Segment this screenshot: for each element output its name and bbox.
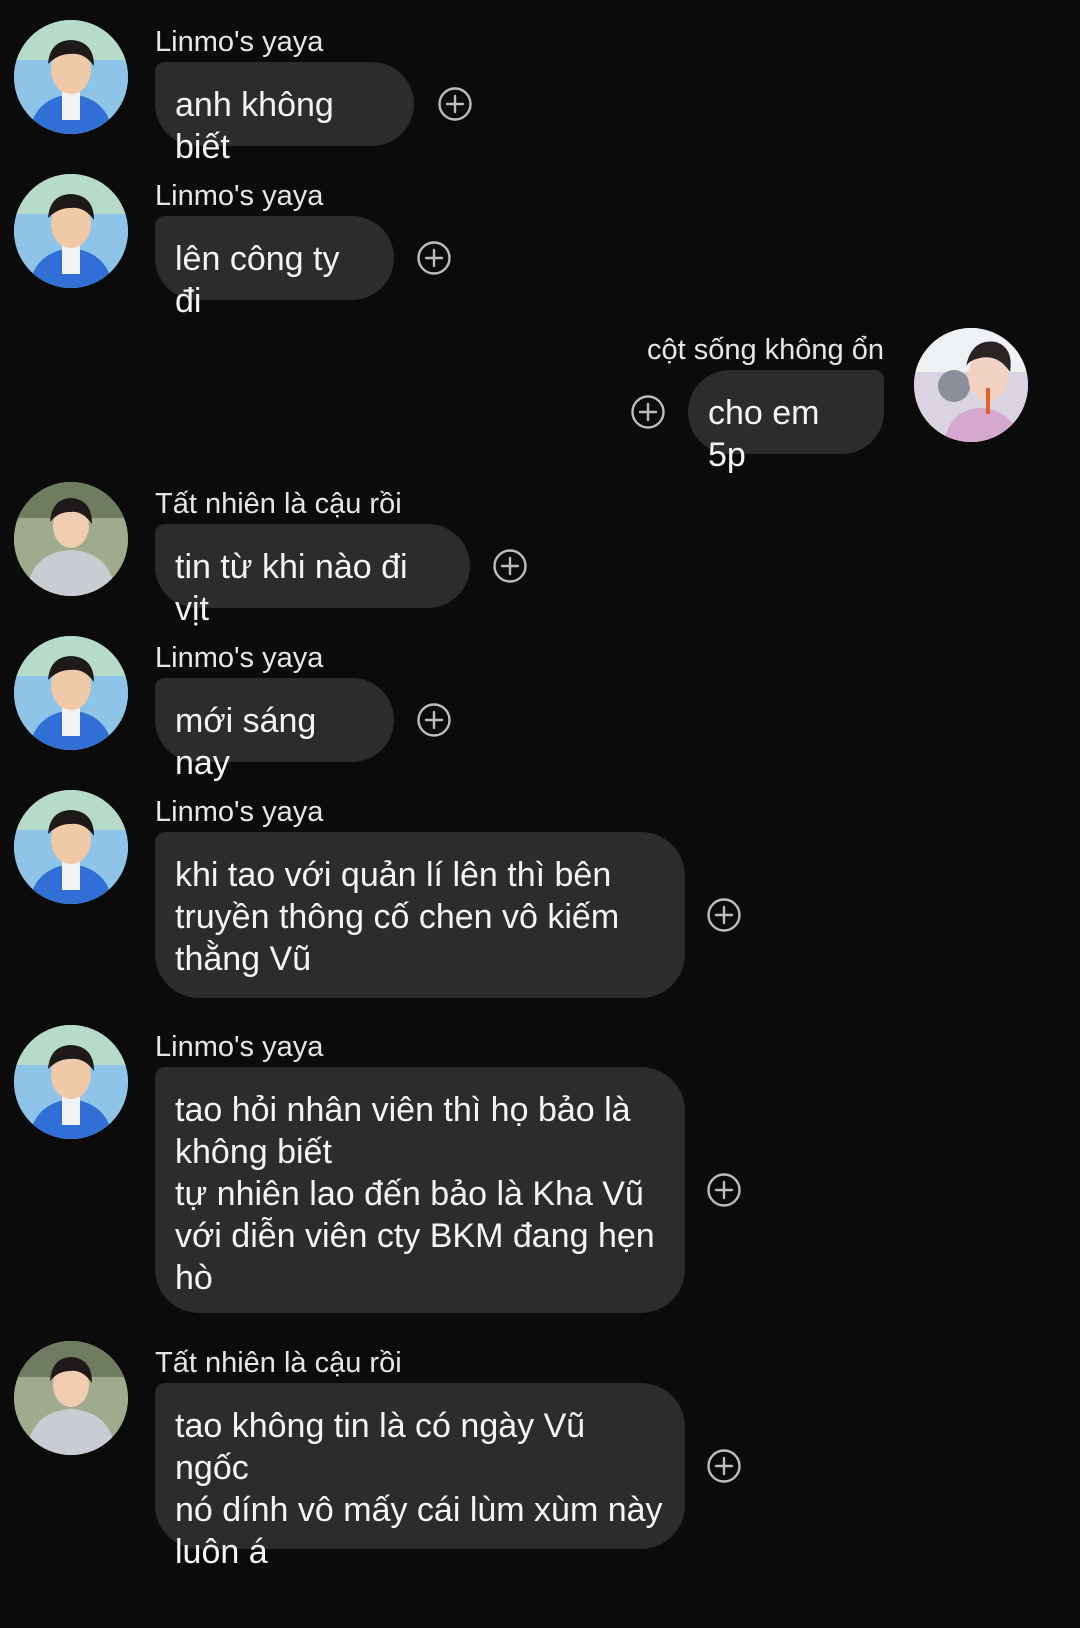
avatar-image: [14, 174, 128, 288]
add-reaction-icon[interactable]: [492, 548, 528, 584]
chat-thread: Linmo's yaya anh không biết Linmo's yaya…: [0, 0, 1080, 1628]
sender-name: cột sống không ổn: [646, 334, 884, 366]
message-bubble[interactable]: khi tao với quản lí lên thì bên truyền t…: [155, 832, 685, 998]
sender-name: Tất nhiên là cậu rồi: [155, 1347, 402, 1379]
message-bubble[interactable]: lên công ty đi: [155, 216, 394, 320]
avatar-image: [14, 20, 128, 134]
avatar[interactable]: [14, 1341, 128, 1455]
sender-name: Linmo's yaya: [155, 26, 324, 58]
avatar[interactable]: [914, 328, 1028, 442]
avatar[interactable]: [14, 790, 128, 904]
message-bubble[interactable]: cho em 5p: [688, 370, 884, 474]
avatar-image: [14, 482, 128, 596]
add-reaction-icon[interactable]: [706, 897, 742, 933]
message-bubble[interactable]: anh không biết: [155, 62, 414, 166]
message-bubble[interactable]: mới sáng nay: [155, 678, 394, 782]
message-bubble[interactable]: tin từ khi nào đi vịt: [155, 524, 470, 628]
avatar[interactable]: [14, 174, 128, 288]
sender-name: Linmo's yaya: [155, 796, 324, 828]
sender-name: Tất nhiên là cậu rồi: [155, 488, 402, 520]
sender-name: Linmo's yaya: [155, 1031, 324, 1063]
message-bubble[interactable]: tao không tin là có ngày Vũ ngốc nó dính…: [155, 1383, 685, 1571]
avatar[interactable]: [14, 1025, 128, 1139]
add-reaction-icon[interactable]: [416, 702, 452, 738]
add-reaction-icon[interactable]: [706, 1172, 742, 1208]
avatar[interactable]: [14, 20, 128, 134]
add-reaction-icon[interactable]: [706, 1448, 742, 1484]
avatar[interactable]: [14, 636, 128, 750]
add-reaction-icon[interactable]: [437, 86, 473, 122]
add-reaction-icon[interactable]: [416, 240, 452, 276]
avatar-image: [14, 1025, 128, 1139]
sender-name: Linmo's yaya: [155, 180, 324, 212]
avatar-image: [914, 328, 1028, 442]
avatar-image: [14, 636, 128, 750]
message-bubble[interactable]: tao hỏi nhân viên thì họ bảo là không bi…: [155, 1067, 685, 1313]
avatar[interactable]: [14, 482, 128, 596]
avatar-image: [14, 790, 128, 904]
add-reaction-icon[interactable]: [630, 394, 666, 430]
avatar-image: [14, 1341, 128, 1455]
sender-name: Linmo's yaya: [155, 642, 324, 674]
